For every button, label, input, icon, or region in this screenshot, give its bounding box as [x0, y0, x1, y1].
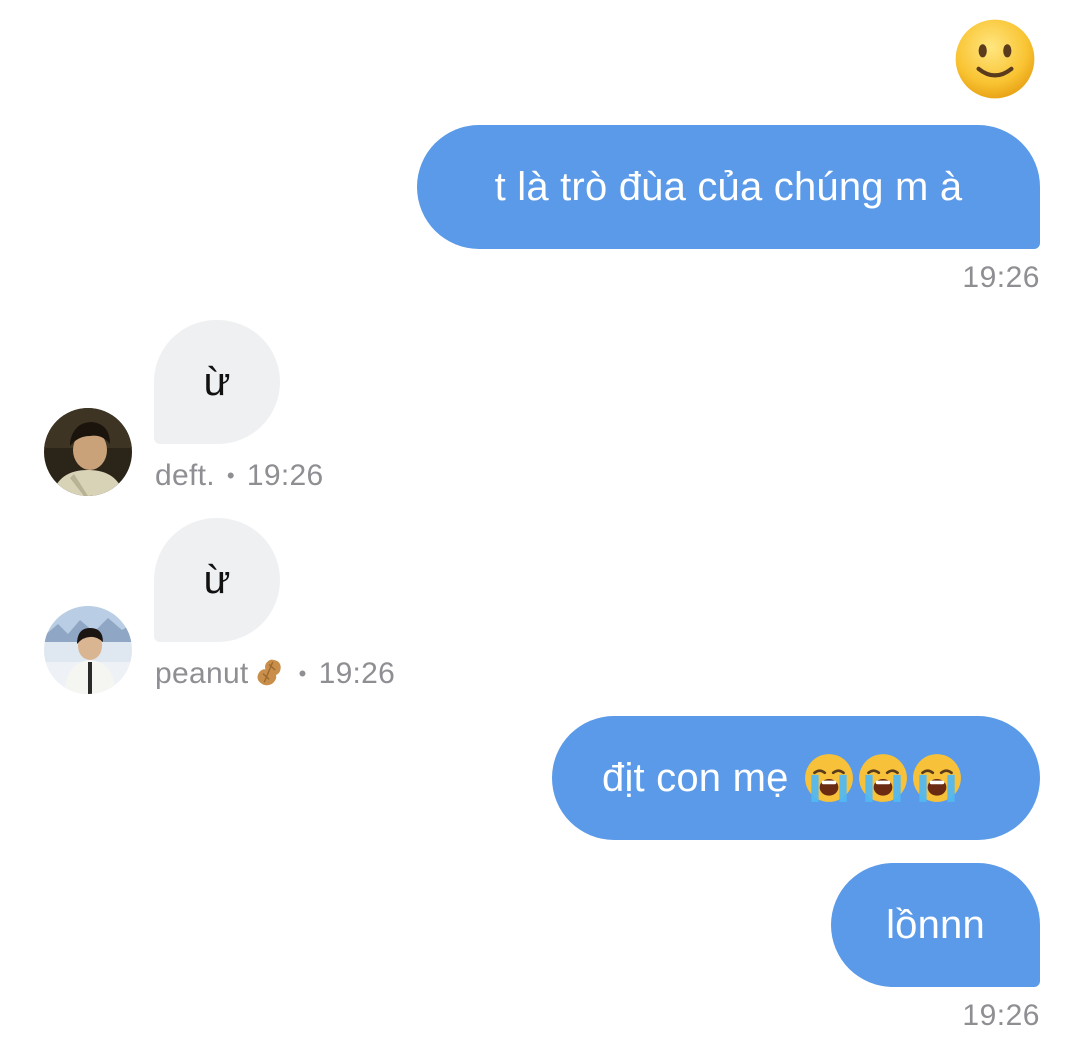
message-text: ừ: [203, 359, 231, 404]
slightly-smiling-face-icon: [955, 19, 1035, 99]
message-text: ừ: [203, 557, 231, 602]
message-timestamp: 19:26: [246, 459, 324, 492]
message-bubble-outgoing[interactable]: địt con mẹ: [552, 716, 1040, 840]
separator: •: [298, 661, 307, 686]
message-timestamp: 19:26: [962, 261, 1040, 294]
message-meta: peanut • 19:26: [155, 657, 395, 691]
message-meta: deft. • 19:26: [155, 459, 323, 493]
loudly-crying-face-icon: [858, 754, 907, 802]
message-text: t là trò đùa của chúng m à: [494, 165, 963, 209]
avatar-peanut[interactable]: [44, 606, 132, 694]
message-timestamp: 19:26: [318, 657, 396, 690]
loudly-crying-face-icon: [912, 754, 961, 802]
sender-name[interactable]: deft.: [155, 459, 215, 493]
emoji-group: [803, 752, 963, 804]
message-text: lồnnn: [886, 903, 985, 947]
message-bubble-outgoing[interactable]: lồnnn: [831, 863, 1040, 987]
message-bubble-outgoing[interactable]: t là trò đùa của chúng m à: [417, 125, 1040, 249]
separator: •: [226, 463, 235, 488]
avatar-deft[interactable]: [44, 408, 132, 496]
message-timestamp: 19:26: [962, 999, 1040, 1032]
sender-name[interactable]: peanut: [155, 657, 249, 691]
avatar-image: [44, 408, 132, 496]
message-bubble-incoming[interactable]: ừ: [154, 518, 280, 642]
avatar-image: [44, 606, 132, 694]
peanut-icon: [257, 659, 281, 686]
message-text: địt con mẹ: [602, 756, 789, 800]
loudly-crying-face-icon: [804, 754, 853, 802]
message-bubble-incoming[interactable]: ừ: [154, 320, 280, 444]
